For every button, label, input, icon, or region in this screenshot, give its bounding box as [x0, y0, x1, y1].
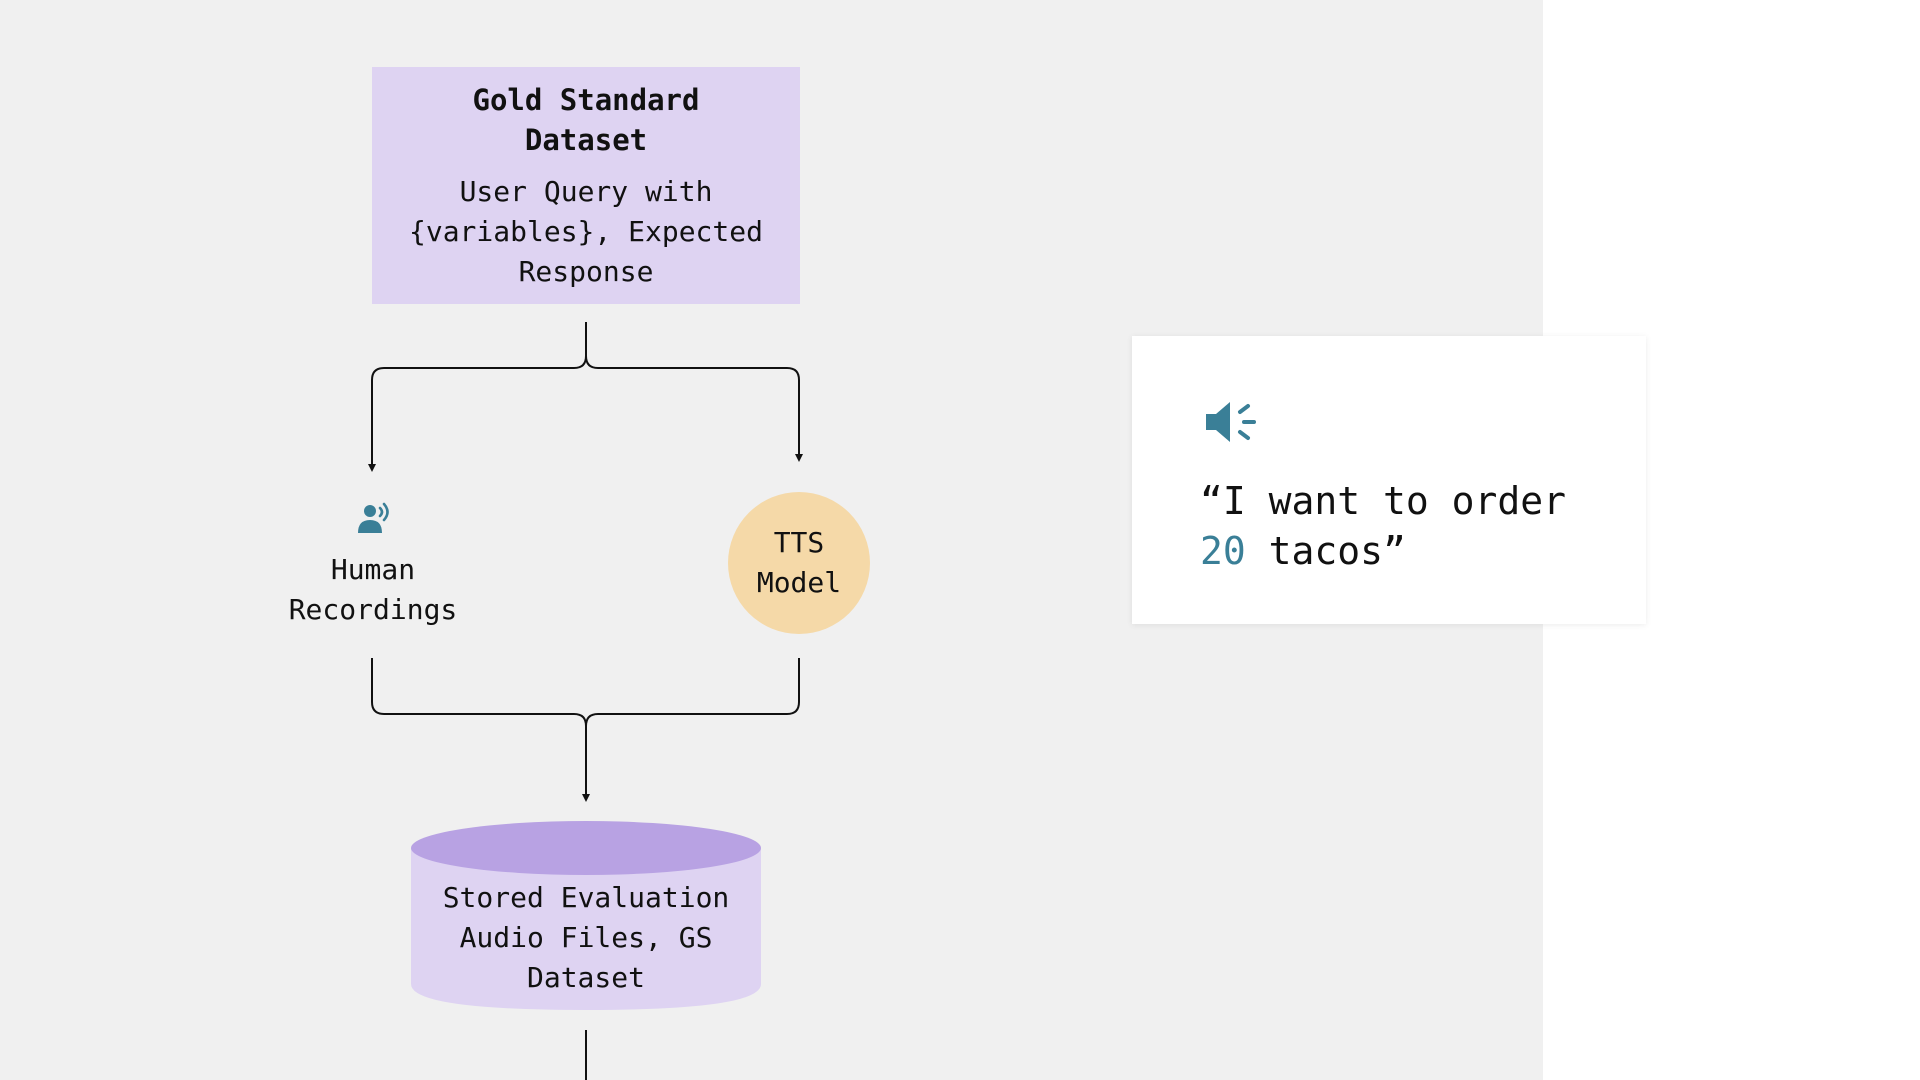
audio-quote-card: “I want to order 20 tacos” [1132, 336, 1646, 624]
person-speaking-icon [358, 502, 389, 533]
gold-standard-description: User Query with {variables}, Expected Re… [408, 174, 763, 288]
stored-evaluation-database: Stored Evaluation Audio Files, GS Datase… [411, 818, 761, 1014]
gold-standard-title: Gold Standard Dataset [472, 82, 700, 157]
speaker-icon [1206, 402, 1256, 442]
human-recordings-node: Human Recordings [248, 500, 498, 630]
tts-model-label: TTS Model [756, 526, 842, 599]
quote-text-start: “I want to order [1200, 479, 1567, 523]
human-recordings-label: Human Recordings [288, 553, 458, 626]
gold-standard-dataset-box: Gold Standard Dataset User Query with {v… [372, 67, 800, 304]
quote-number: 20 [1200, 529, 1246, 573]
stored-evaluation-label: Stored Evaluation Audio Files, GS Datase… [442, 881, 730, 994]
quote-text-end: tacos” [1245, 529, 1406, 573]
tts-model-node: TTS Model [728, 492, 870, 634]
quote-text: “I want to order 20 tacos” [1200, 476, 1620, 576]
